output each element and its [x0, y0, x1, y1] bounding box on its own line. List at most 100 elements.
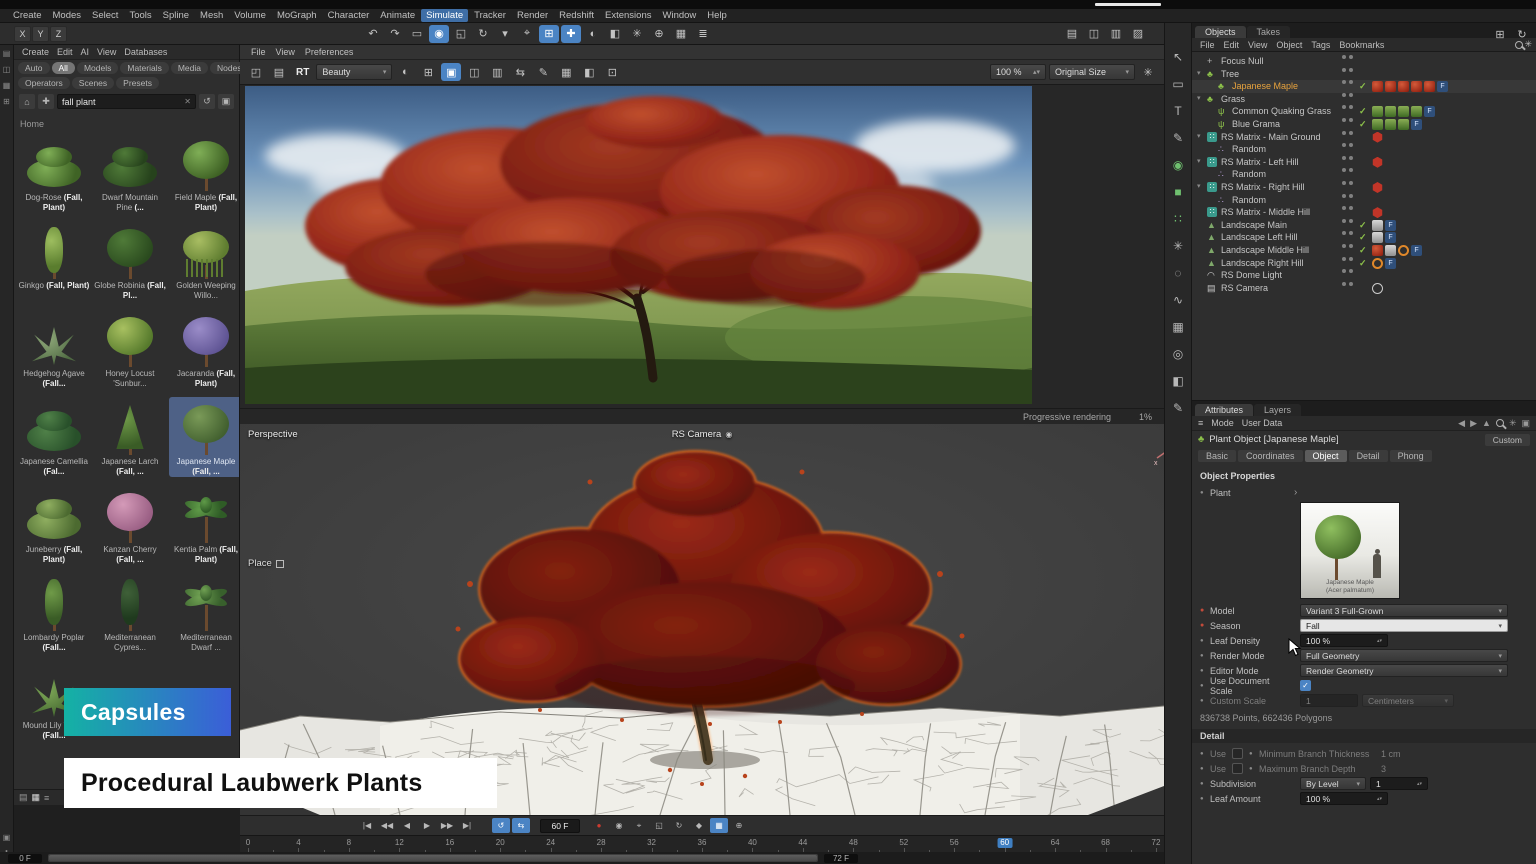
asset-menu-edit[interactable]: Edit: [53, 47, 77, 57]
layer-tag-icon[interactable]: F: [1437, 81, 1448, 92]
frame-tick-24[interactable]: 24: [546, 838, 555, 848]
plant-expander-icon[interactable]: ›: [1294, 487, 1297, 498]
grid-snap-icon[interactable]: ⊞: [539, 25, 559, 43]
object-row-rs-matrix-middle-hill[interactable]: ∷RS Matrix - Middle Hill: [1192, 206, 1536, 219]
asset-tile-field-maple[interactable]: Field Maple (Fall, Plant): [169, 133, 239, 213]
rotate-tool-icon[interactable]: ↻: [473, 25, 493, 43]
stepper-icon[interactable]: ▴▾: [1377, 797, 1382, 801]
detail-field[interactable]: 1▴▾: [1370, 777, 1428, 790]
layer-tag-icon[interactable]: F: [1411, 245, 1422, 256]
object-row-random[interactable]: ∴Random: [1192, 168, 1536, 181]
live-selection-icon[interactable]: ◉: [429, 25, 449, 43]
rt-mode-label[interactable]: RT: [292, 67, 313, 78]
menu-redshift[interactable]: Redshift: [554, 9, 599, 22]
tab-objects[interactable]: Objects: [1195, 26, 1246, 38]
anim-dot[interactable]: ●: [1200, 490, 1210, 496]
render-visibility-dot[interactable]: [1349, 282, 1353, 286]
forward-icon[interactable]: ▶: [1470, 418, 1477, 429]
editor-visibility-dot[interactable]: [1342, 168, 1346, 172]
render-visibility-dot[interactable]: [1349, 68, 1353, 72]
mode-label[interactable]: Mode: [1211, 418, 1234, 428]
render-visibility-dot[interactable]: [1349, 194, 1353, 198]
asset-menu-ai[interactable]: AI: [77, 47, 94, 57]
hex-material-chip[interactable]: [1372, 182, 1383, 193]
anim-dot[interactable]: ●: [1249, 766, 1259, 772]
om-menu-file[interactable]: File: [1196, 40, 1219, 50]
frame-tick-72[interactable]: 72: [1152, 838, 1161, 848]
filter-tab-models[interactable]: Models: [77, 62, 118, 74]
compare-wipe-icon[interactable]: ▥: [487, 63, 507, 81]
render-visibility-dot[interactable]: [1349, 269, 1353, 273]
frame-tick-20[interactable]: 20: [496, 838, 505, 848]
editor-visibility-dot[interactable]: [1342, 68, 1346, 72]
anim-dot[interactable]: ●: [1200, 751, 1210, 757]
anim-dot[interactable]: ●: [1200, 766, 1210, 772]
object-row-rs-dome-light[interactable]: ◠RS Dome Light: [1192, 269, 1536, 282]
asset-tile-ginkgo[interactable]: Ginkgo (Fall, Plant): [17, 221, 91, 301]
current-frame-field[interactable]: 60 F: [540, 819, 580, 833]
om-menu-bookmarks[interactable]: Bookmarks: [1335, 40, 1388, 50]
green-material-chip[interactable]: [1372, 106, 1383, 117]
loop-playback-icon[interactable]: ↺: [492, 818, 510, 833]
expand-icon[interactable]: ▾: [1197, 156, 1201, 169]
green-material-chip[interactable]: [1372, 119, 1383, 130]
object-row-grass[interactable]: ▾♣Grass: [1192, 93, 1536, 106]
ipr-icon[interactable]: ⊡: [602, 63, 622, 81]
use-checkbox[interactable]: [1232, 748, 1243, 759]
frame-tick-40[interactable]: 40: [748, 838, 757, 848]
enabled-check-icon[interactable]: ✓: [1359, 257, 1367, 270]
stepper-icon[interactable]: ▴▾: [1417, 782, 1422, 786]
asset-tile-japanese-camellia[interactable]: Japanese Camellia (Fal...: [17, 397, 91, 477]
keyframe-selection-icon[interactable]: ▦: [710, 818, 728, 833]
filter-tab-media[interactable]: Media: [171, 62, 208, 74]
expand-icon[interactable]: ▾: [1197, 68, 1201, 81]
attr-dropdown-render-mode[interactable]: Full Geometry▾: [1300, 649, 1508, 662]
thumbnail-view-icon[interactable]: ▦: [32, 792, 41, 803]
attr-row-render-mode[interactable]: ●Render ModeFull Geometry▾: [1200, 648, 1528, 663]
dynamics-settings-icon[interactable]: ✳: [1168, 236, 1188, 256]
anim-dot[interactable]: ●: [1200, 653, 1210, 659]
menu-render[interactable]: Render: [512, 9, 553, 22]
render-visibility-dot[interactable]: [1349, 219, 1353, 223]
expand-icon[interactable]: ▾: [1197, 181, 1201, 194]
asset-tile-globe-robinia[interactable]: Globe Robinia (Fall, Pl...: [93, 221, 167, 301]
hex-material-chip[interactable]: [1372, 132, 1383, 143]
green-material-chip[interactable]: [1411, 106, 1422, 117]
attr-dropdown-model[interactable]: Variant 3 Full-Grown▾: [1300, 604, 1508, 617]
filter-icon[interactable]: ⊞: [418, 63, 438, 81]
plant-row[interactable]: ● Plant ›: [1200, 485, 1528, 500]
frame-tick-60[interactable]: 60: [997, 838, 1012, 848]
add-icon[interactable]: ✚: [38, 94, 54, 109]
search-history-icon[interactable]: ↺: [199, 94, 215, 109]
redo-icon[interactable]: ↷: [385, 25, 405, 43]
record-position-icon[interactable]: ⌖: [630, 818, 648, 833]
editor-visibility-dot[interactable]: [1342, 257, 1346, 261]
frame-tick-28[interactable]: 28: [597, 838, 606, 848]
enabled-check-icon[interactable]: ✓: [1359, 80, 1367, 93]
menu-volume[interactable]: Volume: [229, 9, 271, 22]
object-row-rs-matrix-main-ground[interactable]: ▾∷RS Matrix - Main Ground: [1192, 131, 1536, 144]
axis-lock-x-button[interactable]: X: [14, 26, 31, 42]
detail-row-maximum-branch-depth[interactable]: ●Use●Maximum Branch Depth3: [1200, 761, 1528, 776]
object-row-rs-matrix-right-hill[interactable]: ▾∷RS Matrix - Right Hill: [1192, 181, 1536, 194]
render-visibility-dot[interactable]: [1349, 231, 1353, 235]
red-material-chip[interactable]: [1372, 81, 1383, 92]
section-tab-coordinates[interactable]: Coordinates: [1238, 450, 1303, 462]
filter-tab-operators[interactable]: Operators: [18, 77, 70, 89]
frame-tick-52[interactable]: 52: [899, 838, 908, 848]
camera-tool-icon[interactable]: ◎: [1168, 344, 1188, 364]
editor-visibility-dot[interactable]: [1342, 118, 1346, 122]
attr-dropdown-season[interactable]: Fall▾: [1300, 619, 1508, 632]
attr-field-custom-scale[interactable]: 1: [1300, 694, 1358, 707]
swap-ab-icon[interactable]: ⇆: [510, 63, 530, 81]
menu-mograph[interactable]: MoGraph: [272, 9, 322, 22]
layer-tag-icon[interactable]: F: [1385, 220, 1396, 231]
frame-tick-68[interactable]: 68: [1101, 838, 1110, 848]
attr-row-leaf-density[interactable]: ●Leaf Density100 %▴▾: [1200, 633, 1528, 648]
asset-tile-kanzan-cherry[interactable]: Kanzan Cherry (Fall, ...: [93, 485, 167, 565]
asset-tile-dog-rose[interactable]: Dog-Rose (Fall, Plant): [17, 133, 91, 213]
asset-tile-kentia-palm[interactable]: Kentia Palm (Fall, Plant): [169, 485, 239, 565]
green-material-chip[interactable]: [1398, 106, 1409, 117]
anim-dot[interactable]: ●: [1200, 638, 1210, 644]
object-row-landscape-middle-hill[interactable]: ▲Landscape Middle Hill✓F: [1192, 244, 1536, 257]
